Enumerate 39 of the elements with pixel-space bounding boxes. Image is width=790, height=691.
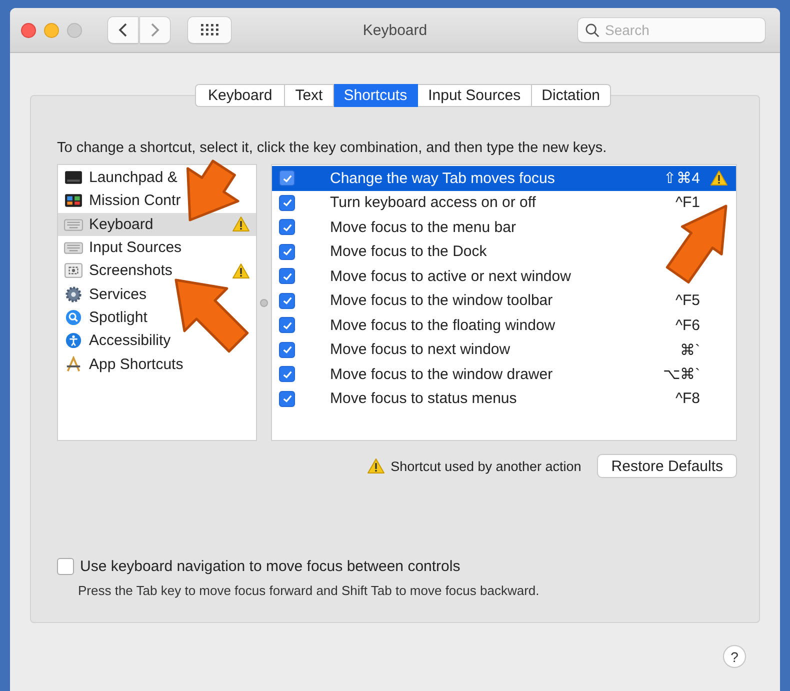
search-field[interactable]: Search: [578, 18, 765, 42]
shortcut-row[interactable]: Move focus to the window drawer ⌥⌘`: [272, 362, 736, 386]
tab[interactable]: Input Sources: [418, 84, 532, 107]
shortcut-row[interactable]: Move focus to the menu bar: [272, 215, 736, 240]
shortcut-row[interactable]: Turn keyboard access on or off ^F1: [272, 190, 736, 215]
shortcut-row[interactable]: Move focus to the floating window ^F6: [272, 313, 736, 338]
tab[interactable]: Shortcuts: [334, 84, 418, 107]
category-item[interactable]: Services: [58, 282, 256, 306]
tab[interactable]: Keyboard: [194, 84, 286, 107]
help-button[interactable]: ?: [723, 645, 746, 668]
category-item[interactable]: Spotlight: [58, 306, 256, 330]
key-combination: ⌥⌘`: [663, 365, 700, 384]
key-combination: ⌘`: [680, 340, 700, 359]
instruction-text: To change a shortcut, select it, click the key combination, and then type the new keys.: [57, 140, 608, 156]
key-combination: ⇧⌘4: [664, 169, 700, 188]
hint-text: Press the Tab key to move focus forward and Shift Tab to move focus backward.: [78, 583, 540, 598]
key-combination: ^F5: [675, 292, 700, 310]
category-item[interactable]: Input Sources: [58, 236, 256, 260]
shortcut-row[interactable]: Move focus to status menus ^F8: [272, 386, 736, 411]
shortcut-row[interactable]: Move focus to active or next window: [272, 264, 736, 288]
shortcut-row[interactable]: Change the way Tab moves focus ⇧⌘4: [272, 166, 736, 190]
tab[interactable]: Dictation: [532, 84, 612, 107]
key-combination: ^F1: [675, 194, 700, 212]
conflict-note: Shortcut used by another action: [390, 458, 582, 474]
category-item[interactable]: Mission Contr: [58, 189, 256, 213]
window-title: Keyboard: [362, 22, 428, 38]
category-item[interactable]: Accessibility: [58, 329, 256, 352]
shortcut-row[interactable]: Move focus to next window ⌘`: [272, 338, 736, 362]
category-item[interactable]: Keyboard: [58, 212, 256, 236]
category-item[interactable]: Launchpad &: [58, 166, 256, 190]
restore-defaults-button[interactable]: Restore Defaults: [597, 454, 737, 478]
key-combination: ^F6: [675, 316, 700, 334]
key-combination: ^F8: [675, 390, 700, 408]
category-item[interactable]: Screenshots: [58, 259, 256, 282]
shortcut-row[interactable]: Move focus to the Dock: [272, 240, 736, 264]
tab[interactable]: Text: [285, 84, 334, 107]
shortcut-row[interactable]: Move focus to the window toolbar ^F5: [272, 288, 736, 313]
checkbox-label: Use keyboard navigation to move focus between controls: [80, 558, 460, 575]
category-item[interactable]: App Shortcuts: [58, 352, 256, 376]
